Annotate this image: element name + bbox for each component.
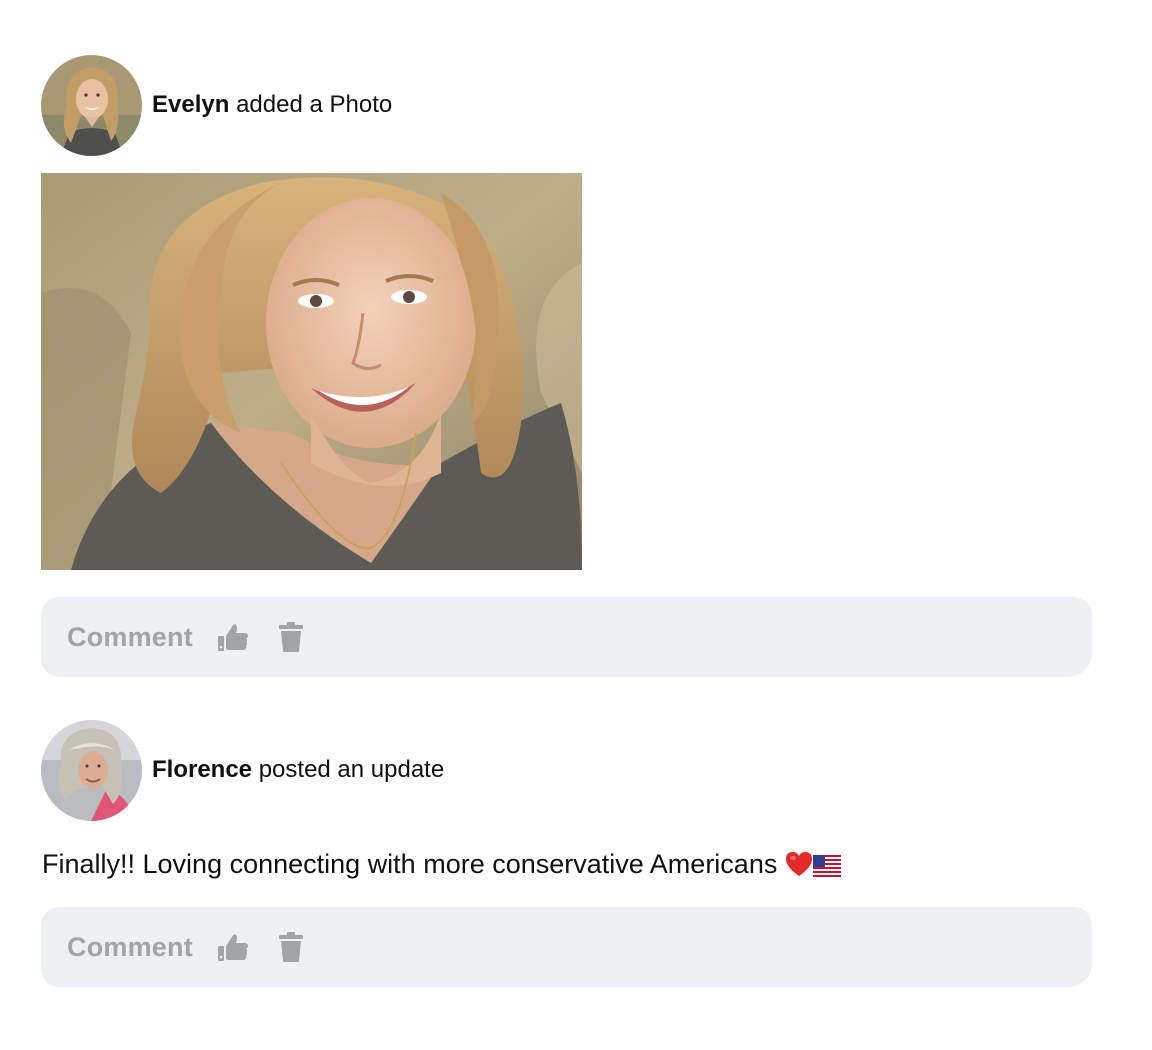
smiling-woman-photo-icon bbox=[41, 173, 582, 570]
thumbs-up-icon[interactable] bbox=[217, 621, 249, 653]
post-headline: Evelyn added a Photo bbox=[152, 91, 392, 119]
trash-icon[interactable] bbox=[277, 621, 305, 653]
post-action: posted an update bbox=[258, 756, 445, 783]
post-header: Evelyn added a Photo bbox=[41, 54, 1093, 156]
post-action-bar: Comment bbox=[41, 597, 1092, 677]
older-woman-avatar-icon bbox=[41, 719, 142, 821]
thumbs-up-icon[interactable] bbox=[217, 931, 249, 963]
post-header: Florence posted an update bbox=[41, 719, 1093, 821]
comment-button[interactable]: Comment bbox=[67, 932, 193, 963]
post-headline: Florence posted an update bbox=[152, 756, 444, 784]
trash-icon[interactable] bbox=[277, 931, 305, 963]
blonde-woman-avatar-icon bbox=[41, 54, 142, 156]
author-avatar[interactable] bbox=[41, 54, 142, 156]
post-photo[interactable] bbox=[41, 173, 582, 570]
post-action: added a Photo bbox=[236, 91, 393, 118]
activity-post: Florence posted an update Finally!! Lovi… bbox=[41, 719, 1093, 987]
post-content: Finally!! Loving connecting with more co… bbox=[42, 848, 1093, 880]
red-heart-icon bbox=[785, 852, 812, 876]
author-name[interactable]: Evelyn bbox=[152, 91, 229, 118]
comment-button[interactable]: Comment bbox=[67, 622, 193, 653]
us-flag-icon bbox=[812, 855, 841, 877]
post-text: Finally!! Loving connecting with more co… bbox=[42, 849, 778, 879]
post-action-bar: Comment bbox=[41, 907, 1092, 987]
author-name[interactable]: Florence bbox=[152, 756, 252, 783]
author-avatar[interactable] bbox=[41, 719, 142, 821]
activity-post: Evelyn added a Photo Comment bbox=[41, 54, 1093, 677]
